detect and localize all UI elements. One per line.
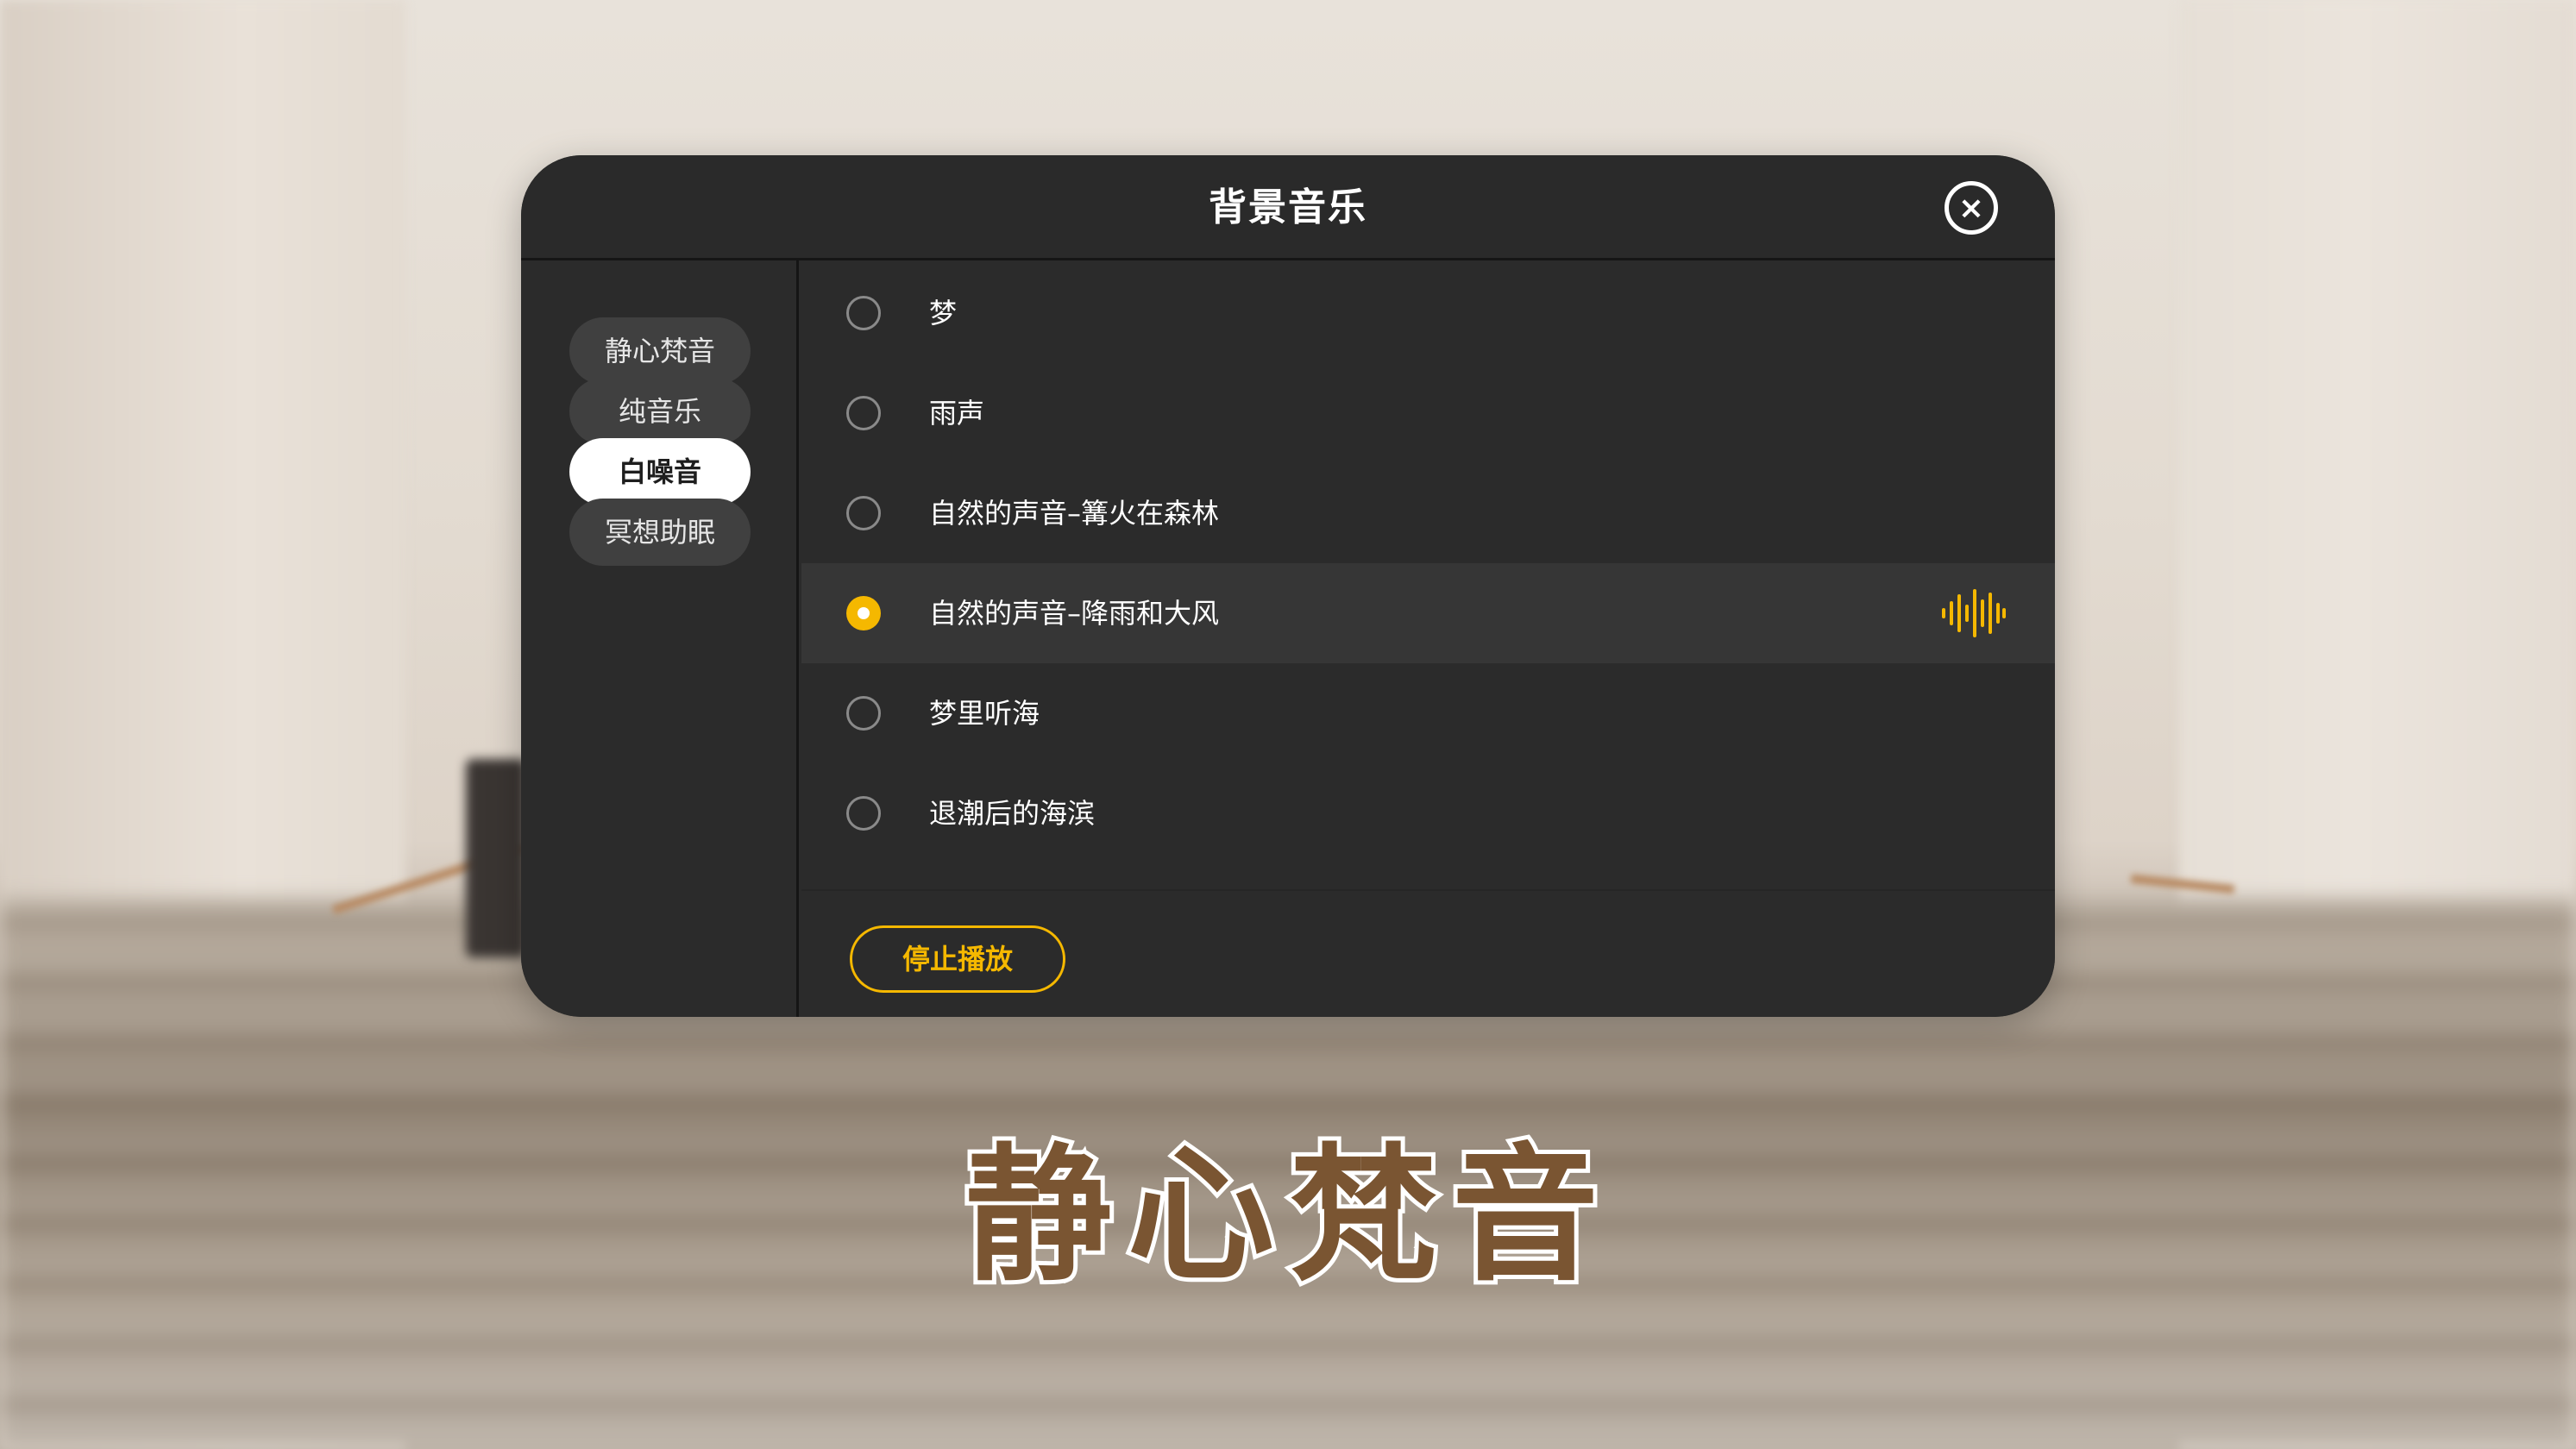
sound-wave-icon bbox=[1942, 589, 2006, 637]
track-label: 自然的声音–篝火在森林 bbox=[929, 497, 1220, 530]
close-icon: × bbox=[1957, 190, 1985, 226]
track-label: 梦 bbox=[929, 297, 958, 329]
track-label: 自然的声音–降雨和大风 bbox=[929, 597, 1220, 630]
radio-button[interactable] bbox=[846, 796, 881, 831]
radio-button[interactable] bbox=[846, 296, 881, 330]
track-row[interactable]: 雨声 bbox=[801, 363, 2055, 463]
track-label: 梦里听海 bbox=[929, 697, 1040, 730]
track-row-selected[interactable]: 自然的声音–降雨和大风 bbox=[801, 563, 2055, 663]
track-row[interactable]: 梦 bbox=[801, 263, 2055, 363]
radio-button[interactable] bbox=[846, 696, 881, 731]
category-tab-meditation[interactable]: 冥想助眠 bbox=[569, 499, 751, 566]
category-tab-white-noise[interactable]: 白噪音 bbox=[569, 438, 751, 505]
close-button[interactable]: × bbox=[1945, 181, 1998, 235]
dialog-header: 背景音乐 × bbox=[521, 155, 2055, 260]
stop-playback-button[interactable]: 停止播放 bbox=[850, 925, 1065, 993]
dialog-title: 背景音乐 bbox=[1209, 185, 1367, 229]
background-music-dialog: 背景音乐 × 静心梵音 纯音乐 白噪音 冥想助眠 梦 雨声 自然的声音–篝火在森… bbox=[521, 155, 2055, 1017]
track-list: 梦 雨声 自然的声音–篝火在森林 自然的声音–降雨和大风 梦里听海 退潮后的海滨 bbox=[801, 263, 2055, 889]
track-label: 雨声 bbox=[929, 397, 985, 430]
track-row[interactable]: 梦里听海 bbox=[801, 663, 2055, 763]
app-logo-text: 静心梵音 bbox=[961, 1131, 1614, 1302]
category-tab-jingxin[interactable]: 静心梵音 bbox=[569, 317, 751, 385]
radio-button[interactable] bbox=[846, 496, 881, 530]
category-sidebar: 静心梵音 纯音乐 白噪音 冥想助眠 bbox=[521, 260, 799, 1017]
radio-button[interactable] bbox=[846, 396, 881, 430]
dialog-footer: 停止播放 bbox=[801, 889, 2055, 1017]
blurred-speaker bbox=[466, 759, 526, 957]
track-row[interactable]: 退潮后的海滨 bbox=[801, 763, 2055, 863]
category-tab-pure-music[interactable]: 纯音乐 bbox=[569, 378, 751, 445]
track-row[interactable]: 自然的声音–篝火在森林 bbox=[801, 463, 2055, 563]
radio-button-checked[interactable] bbox=[846, 596, 881, 630]
track-label: 退潮后的海滨 bbox=[929, 797, 1096, 830]
